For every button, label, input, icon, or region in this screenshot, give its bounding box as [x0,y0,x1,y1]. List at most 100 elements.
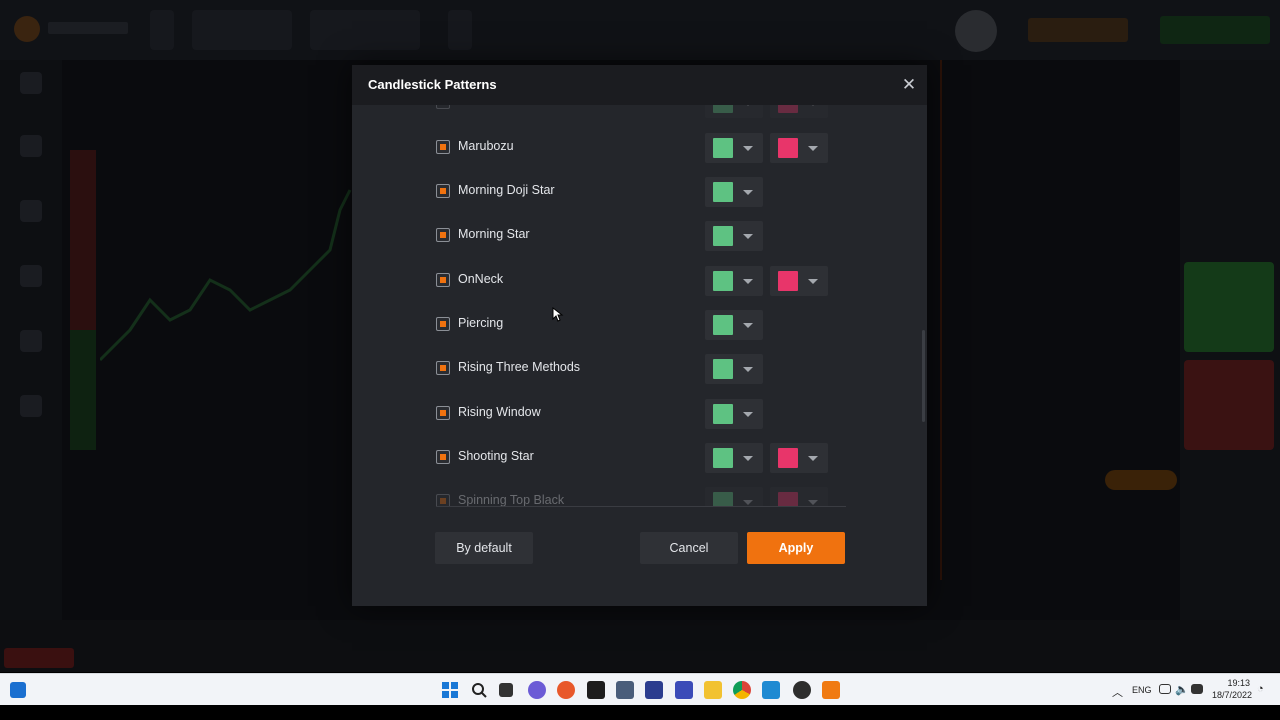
pattern-label: Morning Star [458,227,530,241]
color-swatch [778,492,798,507]
chevron-down-icon [808,279,818,284]
terminal-icon[interactable] [587,681,605,699]
start-icon[interactable] [441,681,459,699]
bearish-color-picker[interactable] [770,266,828,296]
bullish-color-picker[interactable] [705,443,763,473]
bullish-color-picker[interactable] [705,221,763,251]
file-explorer-icon[interactable] [704,681,722,699]
pattern-checkbox[interactable] [436,317,450,331]
chevron-down-icon [743,323,753,328]
checkbox-check-mark [440,144,446,150]
pattern-checkbox[interactable] [436,140,450,154]
chevron-down-icon [808,456,818,461]
pattern-label: Shooting Star [458,449,534,463]
chevron-up-icon[interactable]: ︿ [1112,684,1123,700]
task-view-icon[interactable] [499,683,513,697]
chevron-down-icon [743,146,753,151]
checkbox-check-mark [440,410,446,416]
app-icon[interactable] [616,681,634,699]
cancel-button[interactable]: Cancel [640,532,738,564]
bullish-color-picker[interactable] [705,177,763,207]
pattern-checkbox[interactable] [436,105,450,109]
color-swatch [778,448,798,468]
pattern-row: Spinning Top Black [352,479,927,507]
chat-icon[interactable] [528,681,546,699]
bullish-color-picker[interactable] [705,399,763,429]
dialog-title: Candlestick Patterns [368,77,497,92]
close-icon[interactable]: ✕ [900,76,918,94]
by-default-button[interactable]: By default [435,532,533,564]
bullish-color-picker[interactable] [705,266,763,296]
color-swatch [713,138,733,158]
checkbox-check-mark [440,321,446,327]
app-icon[interactable] [675,681,693,699]
deposit-button [1160,16,1270,44]
clock-date[interactable]: 18/7/2022 [1212,690,1252,700]
bearish-color-picker[interactable] [770,133,828,163]
checkbox-check-mark [440,188,446,194]
notification-icon[interactable]: ◔ [1257,683,1264,695]
pattern-checkbox[interactable] [436,361,450,375]
expiry-line [940,60,942,580]
pattern-row: Morning Doji Star [352,169,927,213]
color-swatch [713,492,733,507]
higher-button [1184,262,1274,352]
bullish-color-picker[interactable] [705,310,763,340]
checkbox-check-mark [440,498,446,504]
color-swatch [713,226,733,246]
list-scrollbar[interactable] [922,330,925,422]
network-icon[interactable] [1159,684,1171,694]
color-swatch [778,271,798,291]
bullish-color-picker[interactable] [705,105,763,118]
bearish-color-picker[interactable] [770,443,828,473]
color-swatch [713,448,733,468]
battery-icon[interactable] [1191,684,1203,694]
apply-button[interactable]: Apply [747,532,845,564]
widgets-icon[interactable] [10,682,26,698]
color-swatch [713,404,733,424]
language-indicator[interactable]: ENG [1132,685,1152,695]
pattern-label: Spinning Top Black [458,493,565,507]
chart-axis-red-zone [70,150,96,330]
candlestick-patterns-dialog: Candlestick Patterns ✕ Marubozu Morning D… [352,65,927,606]
platform-logo-text [48,22,128,34]
vscode-icon[interactable] [762,681,780,699]
bullish-color-picker[interactable] [705,133,763,163]
color-swatch [713,271,733,291]
search-icon[interactable] [470,681,488,699]
pattern-checkbox[interactable] [436,406,450,420]
pattern-list[interactable]: Marubozu Morning Doji Star Morning Star OnN… [352,105,927,507]
checkbox-check-mark [440,277,446,283]
pattern-label: Rising Window [458,405,541,419]
pattern-row: Marubozu [352,125,927,169]
color-swatch [713,315,733,335]
nav-icon [20,265,42,287]
pattern-row: OnNeck [352,258,927,302]
firefox-icon[interactable] [557,681,575,699]
pattern-checkbox[interactable] [436,273,450,287]
trading-app-icon[interactable] [822,681,840,699]
bottom-status-badge [4,648,74,668]
volume-icon[interactable]: 🔈 [1175,683,1189,696]
windows-taskbar: ︿ ENG 🔈 19:13 18/7/2022 ◔ [0,673,1280,705]
chevron-down-icon [743,412,753,417]
bearish-color-picker[interactable] [770,105,828,118]
bullish-color-picker[interactable] [705,354,763,384]
chevron-down-icon [743,500,753,505]
chevron-down-icon [808,500,818,505]
clock-time[interactable]: 19:13 [1222,678,1250,688]
app-icon[interactable] [793,681,811,699]
nav-icon [20,200,42,222]
bullish-color-picker[interactable] [705,487,763,507]
app-icon[interactable] [645,681,663,699]
bearish-color-picker[interactable] [770,487,828,507]
nav-icon [20,395,42,417]
pattern-checkbox[interactable] [436,228,450,242]
pattern-checkbox[interactable] [436,450,450,464]
color-swatch [778,105,798,113]
chrome-icon[interactable] [733,681,751,699]
color-swatch [778,138,798,158]
pattern-checkbox[interactable] [436,184,450,198]
color-swatch [713,105,733,113]
chevron-down-icon [743,234,753,239]
